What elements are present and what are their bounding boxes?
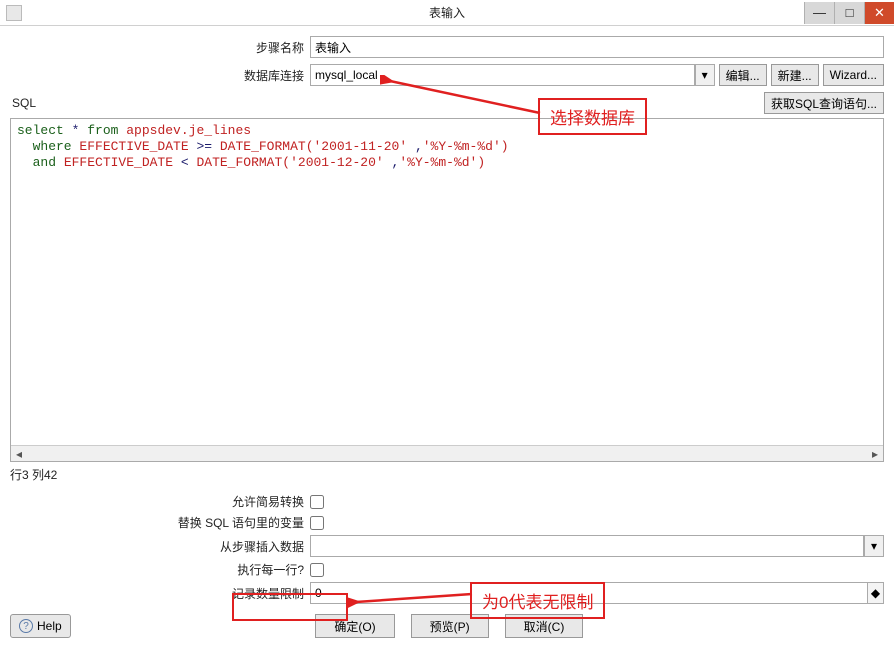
scroll-left-icon[interactable]: ◂ (11, 447, 27, 461)
db-connect-row: 数据库连接 ▾ 编辑... 新建... Wizard... (10, 64, 884, 86)
dialog-content: 步骤名称 数据库连接 ▾ 编辑... 新建... Wizard... SQL 获… (0, 26, 894, 644)
preview-button[interactable]: 预览(P) (411, 614, 489, 638)
limit-input[interactable] (310, 582, 868, 604)
sql-label: SQL (10, 96, 36, 110)
sql-text-content[interactable]: select * from appsdev.je_lines where EFF… (11, 119, 883, 175)
db-connect-combo[interactable]: ▾ (310, 64, 715, 86)
limit-label: 记录数量限制 (10, 585, 310, 602)
help-icon: ? (19, 619, 33, 633)
replace-vars-checkbox[interactable] (310, 516, 324, 530)
wizard-button[interactable]: Wizard... (823, 64, 884, 86)
replace-vars-row: 替换 SQL 语句里的变量 (10, 514, 884, 531)
maximize-button[interactable]: □ (834, 2, 864, 24)
window-title: 表输入 (429, 4, 465, 21)
scroll-right-icon[interactable]: ▸ (867, 447, 883, 461)
allow-simple-label: 允许简易转换 (10, 493, 310, 510)
cursor-position-status: 行3 列42 (10, 466, 884, 483)
limit-row: 记录数量限制 ◆ (10, 582, 884, 604)
allow-simple-checkbox[interactable] (310, 495, 324, 509)
exec-each-checkbox[interactable] (310, 563, 324, 577)
exec-each-row: 执行每一行? (10, 561, 884, 578)
step-name-row: 步骤名称 (10, 36, 884, 58)
db-connect-label: 数据库连接 (10, 67, 310, 84)
from-step-row: 从步骤插入数据 ▾ (10, 535, 884, 557)
sql-horizontal-scrollbar[interactable]: ◂ ▸ (11, 445, 883, 461)
allow-simple-row: 允许简易转换 (10, 493, 884, 510)
from-step-label: 从步骤插入数据 (10, 538, 310, 555)
step-name-label: 步骤名称 (10, 39, 310, 56)
ok-button[interactable]: 确定(O) (315, 614, 394, 638)
from-step-input[interactable] (310, 535, 864, 557)
minimize-button[interactable]: — (804, 2, 834, 24)
window-controls: — □ ✕ (804, 2, 894, 24)
chevron-down-icon[interactable]: ▾ (864, 535, 884, 557)
step-name-input[interactable] (310, 36, 884, 58)
main-buttons: 确定(O) 预览(P) 取消(C) (71, 614, 824, 638)
titlebar: 表输入 — □ ✕ (0, 0, 894, 26)
window-icon (6, 5, 22, 21)
get-sql-button[interactable]: 获取SQL查询语句... (764, 92, 884, 114)
new-connection-button[interactable]: 新建... (771, 64, 819, 86)
from-step-combo[interactable]: ▾ (310, 535, 884, 557)
chevron-down-icon[interactable]: ▾ (695, 64, 715, 86)
sql-header-row: SQL 获取SQL查询语句... (10, 92, 884, 114)
db-connect-input[interactable] (310, 64, 695, 86)
replace-vars-label: 替换 SQL 语句里的变量 (10, 514, 310, 531)
close-button[interactable]: ✕ (864, 2, 894, 24)
sql-editor[interactable]: select * from appsdev.je_lines where EFF… (10, 118, 884, 462)
cancel-button[interactable]: 取消(C) (505, 614, 584, 638)
exec-each-label: 执行每一行? (10, 561, 310, 578)
diamond-icon[interactable]: ◆ (868, 582, 884, 604)
edit-connection-button[interactable]: 编辑... (719, 64, 767, 86)
help-label: Help (37, 619, 62, 633)
bottom-button-bar: ? Help 确定(O) 预览(P) 取消(C) (10, 614, 884, 638)
help-button[interactable]: ? Help (10, 614, 71, 638)
